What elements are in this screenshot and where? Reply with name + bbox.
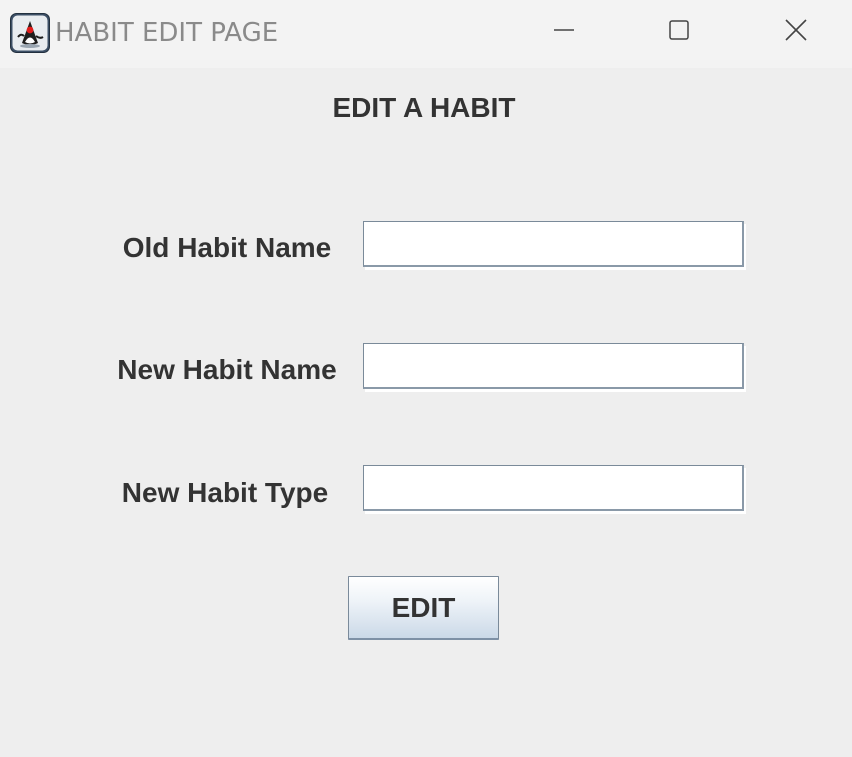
new-habit-type-label: New Habit Type [121, 477, 329, 508]
old-habit-name-input[interactable] [363, 221, 744, 267]
new-habit-name-input[interactable] [363, 343, 744, 389]
habit-edit-window: HABIT EDIT PAGE EDIT A HABIT Old Habit N… [0, 0, 852, 757]
minimize-icon [553, 19, 575, 46]
title-bar[interactable]: HABIT EDIT PAGE [0, 0, 852, 68]
new-habit-name-label: New Habit Name [117, 354, 337, 385]
old-habit-name-label: Old Habit Name [122, 232, 332, 263]
new-habit-type-input[interactable] [363, 465, 744, 511]
minimize-button[interactable] [541, 10, 587, 54]
edit-button[interactable]: EDIT [348, 576, 499, 640]
java-duke-icon [10, 13, 50, 53]
maximize-icon [668, 19, 690, 46]
maximize-button[interactable] [656, 10, 702, 54]
close-button[interactable] [773, 10, 819, 54]
page-heading: EDIT A HABIT [332, 92, 516, 123]
close-icon [784, 18, 808, 47]
window-title: HABIT EDIT PAGE [55, 18, 279, 48]
